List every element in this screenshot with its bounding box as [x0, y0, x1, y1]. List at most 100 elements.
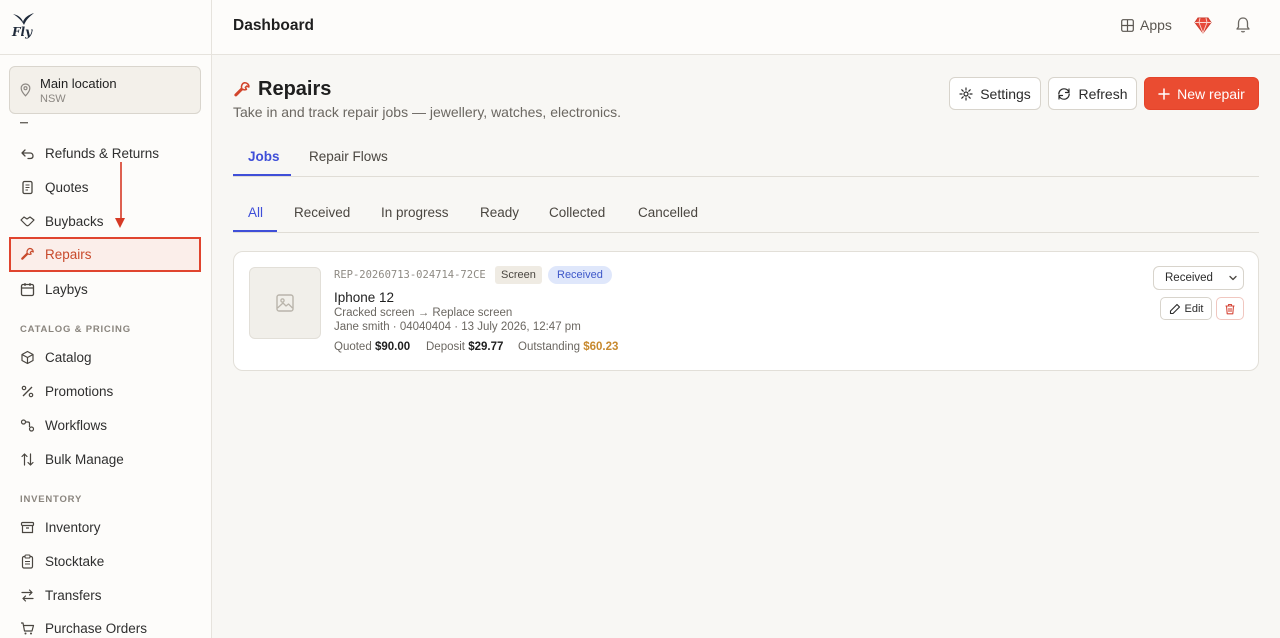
- edit-button[interactable]: Edit: [1160, 297, 1212, 320]
- apps-button[interactable]: Apps: [1121, 17, 1172, 33]
- transfer-icon: [20, 588, 35, 603]
- deposit-value: $29.77: [468, 341, 504, 353]
- status-select-value: Received: [1165, 272, 1213, 284]
- quoted-label: Quoted: [334, 341, 372, 353]
- settings-button[interactable]: Settings: [949, 77, 1041, 110]
- sidebar-item-workflows[interactable]: Workflows: [9, 408, 201, 442]
- filter-tab-received[interactable]: Received: [294, 205, 350, 220]
- edit-label: Edit: [1184, 302, 1204, 315]
- undo-icon: [20, 146, 35, 161]
- tabs-divider: [233, 176, 1259, 177]
- section-inventory: INVENTORY: [20, 494, 83, 505]
- tab-repair-flows[interactable]: Repair Flows: [309, 149, 388, 164]
- wrench-icon: [20, 247, 35, 262]
- sidebar-item-promotions[interactable]: Promotions: [9, 374, 201, 408]
- sidebar-item-quotes[interactable]: Quotes: [9, 170, 201, 204]
- grid-icon: [1121, 18, 1134, 32]
- sidebar-item-laybys[interactable]: Laybys: [9, 272, 201, 306]
- tab-jobs[interactable]: Jobs: [248, 149, 280, 164]
- sidebar-item-buybacks[interactable]: Buybacks: [9, 204, 201, 238]
- job-customer-line: Jane smith · 04040404 · 13 July 2026, 12…: [334, 321, 581, 333]
- sidebar: Fly Main location NSW Refunds & Returns …: [0, 0, 212, 638]
- sidebar-item-transfers[interactable]: Transfers: [9, 578, 201, 612]
- sidebar-item-label: Repairs: [45, 247, 92, 262]
- filter-tab-cancelled[interactable]: Cancelled: [638, 205, 698, 220]
- gear-icon: [959, 86, 973, 101]
- outstanding-label: Outstanding: [518, 341, 581, 353]
- top-header: Dashboard Apps: [212, 0, 1280, 55]
- filter-tab-in-progress[interactable]: In progress: [381, 205, 449, 220]
- repair-job-card[interactable]: REP-20260713-024714-72CE Screen Received…: [233, 251, 1259, 371]
- sidebar-item-label: Catalog: [45, 349, 92, 365]
- image-placeholder-icon: [276, 294, 294, 312]
- deposit-label: Deposit: [426, 341, 465, 353]
- filter-tabs-divider: [233, 232, 1259, 233]
- page-heading: Repairs: [233, 78, 331, 101]
- calendar-icon: [20, 282, 35, 297]
- location-state: NSW: [40, 93, 66, 105]
- sidebar-item-label: Refunds & Returns: [45, 145, 160, 161]
- outstanding-value: $60.23: [583, 341, 619, 353]
- page-subtitle: Take in and track repair jobs — jeweller…: [233, 104, 622, 120]
- document-icon: [20, 180, 35, 195]
- location-name: Main location: [40, 76, 117, 91]
- sidebar-item-repairs[interactable]: Repairs: [9, 237, 201, 272]
- sidebar-item-label: Inventory: [45, 519, 101, 535]
- sidebar-item-refunds-returns[interactable]: Refunds & Returns: [9, 136, 201, 170]
- box-icon: [20, 350, 35, 365]
- wrench-icon: [234, 81, 250, 96]
- workflow-icon: [20, 418, 35, 433]
- sidebar-item-inventory[interactable]: Inventory: [9, 510, 201, 544]
- sidebar-item-label: Purchase Orders: [45, 620, 148, 636]
- archive-icon: [20, 520, 35, 535]
- filter-tab-all[interactable]: All: [248, 205, 263, 220]
- refresh-icon: [1058, 87, 1071, 100]
- location-selector[interactable]: Main location NSW: [9, 66, 201, 114]
- sidebar-item-label: Transfers: [45, 587, 102, 603]
- plus-icon: [1158, 87, 1170, 100]
- sidebar-item-purchase-orders[interactable]: Purchase Orders: [9, 611, 201, 638]
- pencil-icon: [1169, 303, 1180, 314]
- quoted-amount: Quoted $90.00: [334, 341, 410, 353]
- status-badge: Received: [548, 266, 612, 284]
- refresh-button[interactable]: Refresh: [1048, 77, 1137, 110]
- sidebar-item-bulk-manage[interactable]: Bulk Manage: [9, 442, 201, 476]
- active-filter-indicator: [233, 230, 277, 232]
- gem-icon[interactable]: [1194, 17, 1212, 34]
- outstanding-amount: Outstanding $60.23: [518, 341, 618, 353]
- sidebar-item-stocktake[interactable]: Stocktake: [9, 544, 201, 578]
- brand-name: Fly: [12, 25, 33, 39]
- annotation-arrowhead-icon: [115, 218, 125, 228]
- status-select[interactable]: Received: [1153, 266, 1244, 290]
- map-pin-icon: [20, 83, 31, 97]
- divider: [0, 54, 211, 55]
- cart-icon: [20, 621, 35, 636]
- sidebar-item-label: Laybys: [45, 281, 88, 297]
- new-repair-button[interactable]: New repair: [1144, 77, 1259, 110]
- deposit-amount: Deposit $29.77: [426, 341, 503, 353]
- trash-icon: [1225, 303, 1235, 314]
- section-catalog-pricing: CATALOG & PRICING: [20, 324, 131, 335]
- filter-tab-collected[interactable]: Collected: [549, 205, 605, 220]
- percent-icon: [20, 384, 35, 399]
- filter-tab-ready[interactable]: Ready: [480, 205, 519, 220]
- apps-label: Apps: [1140, 17, 1172, 33]
- active-tab-indicator: [233, 174, 291, 176]
- sidebar-item-label: Quotes: [45, 179, 89, 195]
- bell-icon[interactable]: [1235, 16, 1251, 34]
- sidebar-item-catalog[interactable]: Catalog: [9, 340, 201, 374]
- delete-button[interactable]: [1216, 297, 1244, 320]
- quoted-value: $90.00: [374, 341, 411, 353]
- page-title: Repairs: [258, 78, 332, 100]
- sidebar-item-label: Workflows: [45, 417, 108, 433]
- job-thumbnail: [249, 267, 321, 339]
- job-issue: Cracked screen → Replace screen: [334, 307, 513, 319]
- settings-label: Settings: [980, 85, 1031, 102]
- category-badge: Screen: [495, 266, 542, 284]
- refresh-label: Refresh: [1078, 85, 1128, 102]
- sidebar-item-label: Buybacks: [45, 213, 104, 229]
- clipped-nav-icon: [20, 122, 28, 124]
- new-repair-label: New repair: [1177, 85, 1245, 102]
- sidebar-item-label: Stocktake: [45, 553, 105, 569]
- handshake-icon: [20, 214, 35, 229]
